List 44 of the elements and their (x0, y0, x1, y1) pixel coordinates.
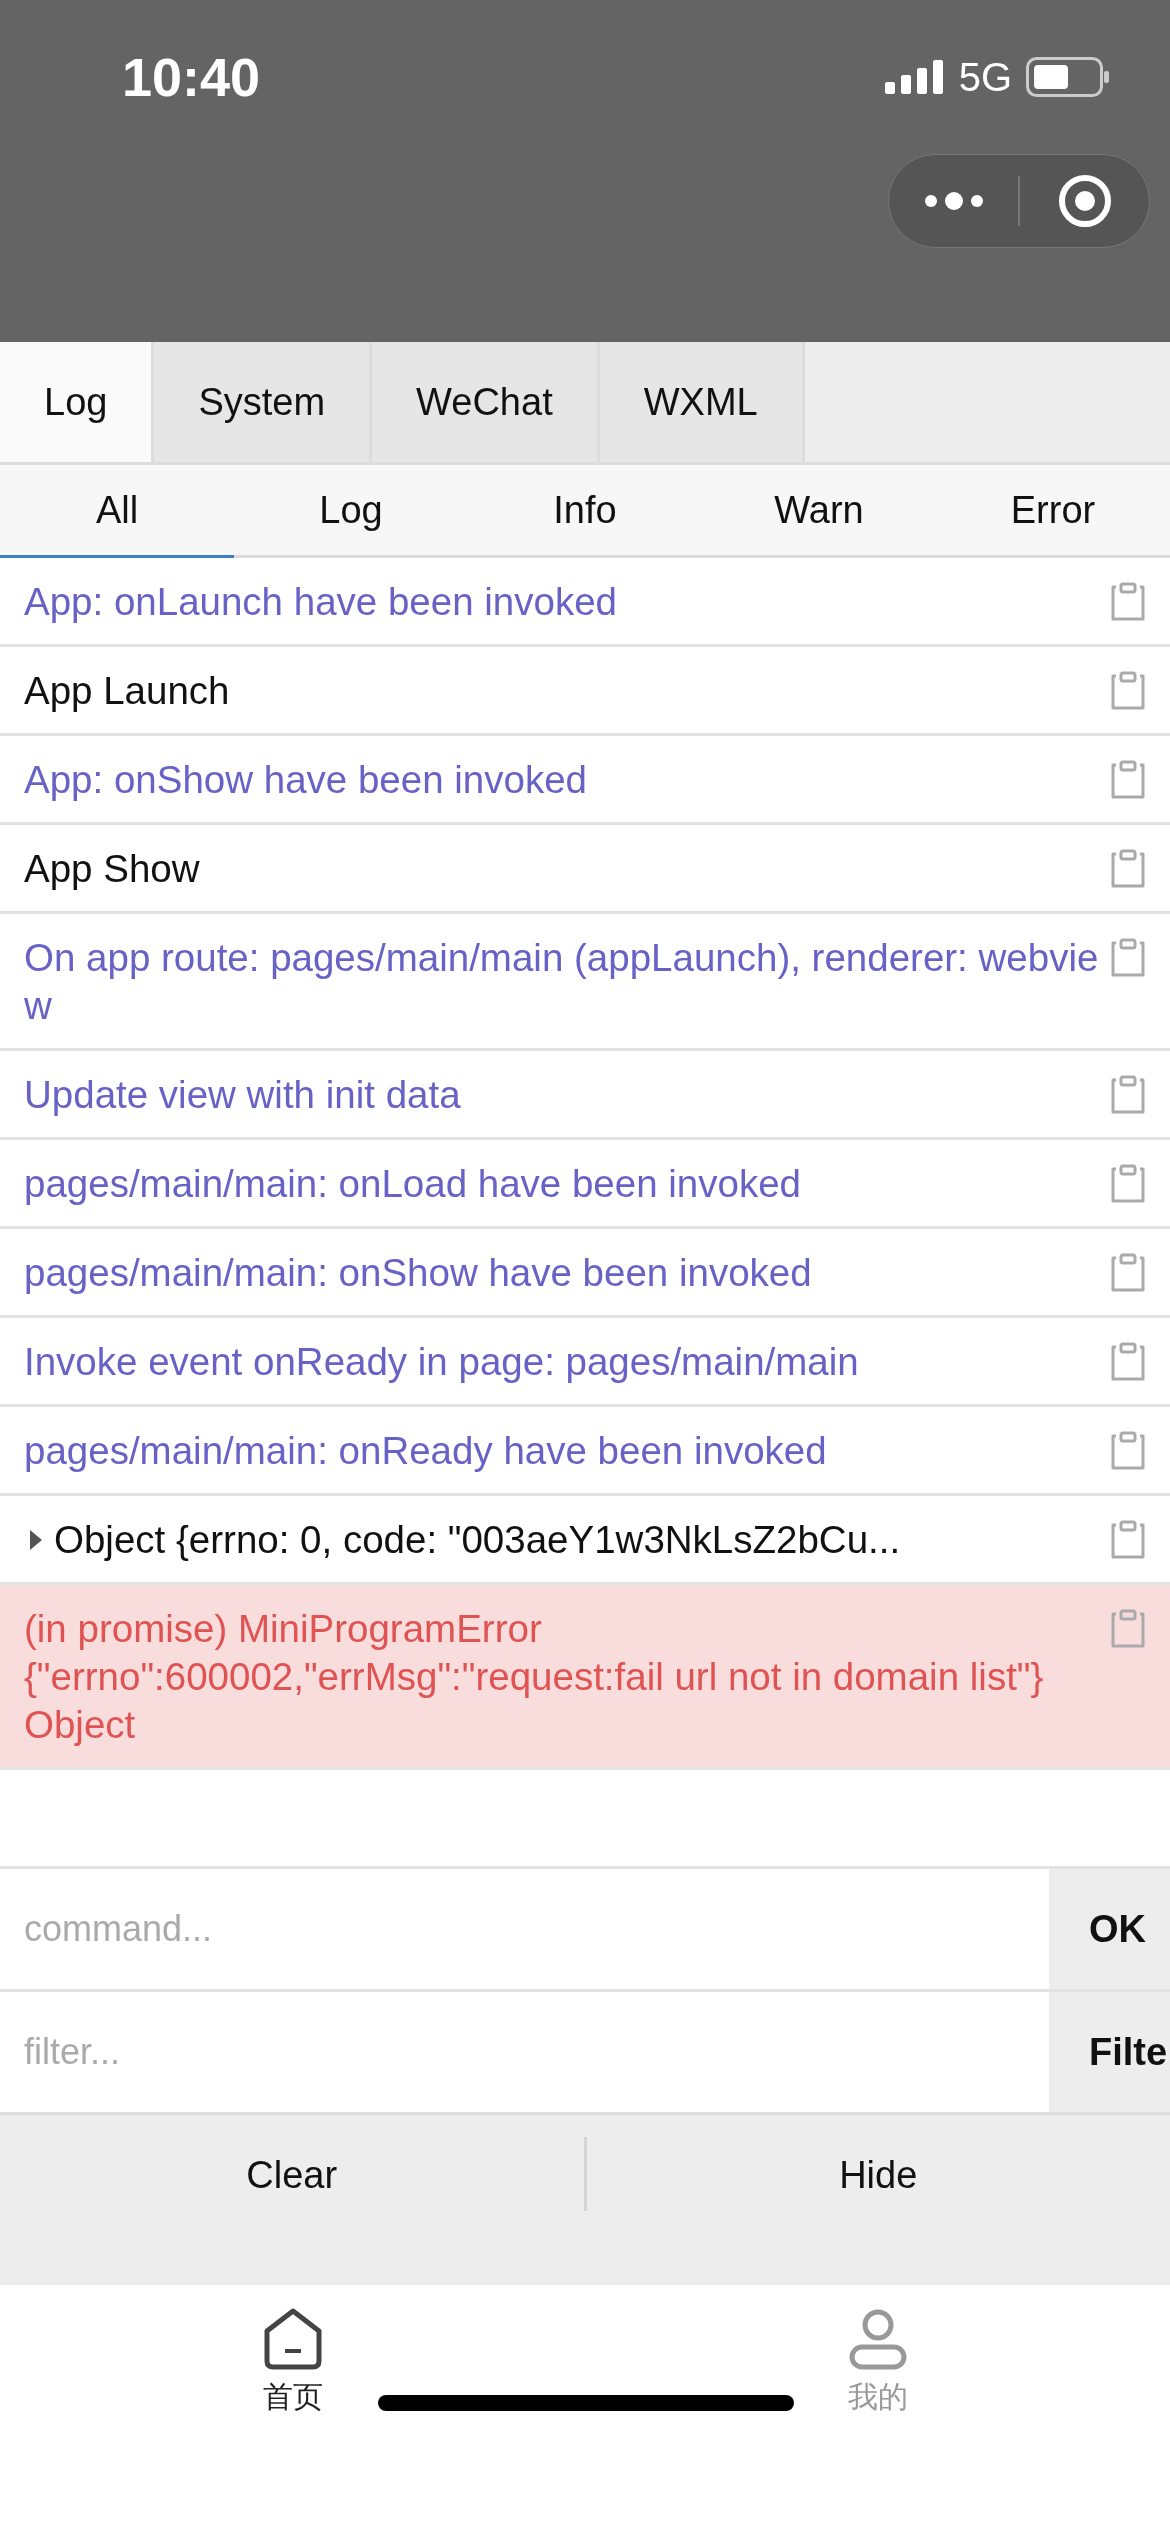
log-message: App: onLaunch have been invoked (24, 579, 618, 625)
action-button[interactable]: Clear (0, 2115, 584, 2235)
submit-button[interactable]: OK (1049, 1869, 1170, 1989)
copy-icon[interactable] (1110, 582, 1146, 622)
panel-tab[interactable]: Log (0, 342, 155, 462)
log-message: On app route: pages/main/main (appLaunch), renderer: webview (24, 935, 1100, 1029)
log-message: pages/main/main: onLoad have been invoked (24, 1161, 802, 1207)
expand-caret-icon[interactable] (28, 1530, 44, 1550)
copy-icon[interactable] (1110, 938, 1146, 978)
panel-tab[interactable]: WXML (599, 342, 805, 462)
panel-tab[interactable]: WeChat (372, 342, 600, 462)
submit-button[interactable]: Filte (1049, 1992, 1170, 2112)
copy-icon[interactable] (1110, 1342, 1146, 1382)
filter-tab[interactable]: Warn (702, 465, 936, 558)
log-message: App: onShow have been invoked (24, 757, 588, 803)
more-icon[interactable] (922, 192, 985, 210)
log-message: Update view with init data (24, 1072, 462, 1118)
log-message: pages/main/main: onReady have been invoked (24, 1428, 828, 1474)
battery-icon (1026, 57, 1110, 97)
panel-tab[interactable]: System (154, 342, 373, 462)
copy-icon[interactable] (1110, 849, 1146, 889)
copy-icon[interactable] (1110, 760, 1146, 800)
filter-tab[interactable]: Log (234, 465, 468, 558)
filter-tab[interactable]: All (0, 465, 234, 558)
network-label: 5G (958, 54, 1012, 100)
filter-tab[interactable]: Error (936, 465, 1170, 558)
copy-icon[interactable] (1110, 1520, 1146, 1560)
filter-tab[interactable]: Info (468, 465, 702, 558)
close-target-icon[interactable] (1057, 174, 1112, 228)
log-message: (in promise) MiniProgramError {"errno":600002,"errMsg":"request:fail url not in domain list"} Object (24, 1606, 1045, 1748)
copy-icon[interactable] (1110, 1431, 1146, 1471)
log-message: App Show (24, 846, 201, 892)
log-message: pages/main/main: onShow have been invoked (24, 1250, 813, 1296)
log-message: Invoke event onReady in page: pages/main/main (24, 1339, 860, 1385)
log-message: Object {errno: 0, code: "003aeY1w3NkLsZ2bCu... (54, 1517, 902, 1563)
status-time: 10:40 (122, 46, 262, 108)
copy-icon[interactable] (1110, 1609, 1146, 1649)
copy-icon[interactable] (1110, 1253, 1146, 1293)
copy-icon[interactable] (1110, 671, 1146, 711)
action-button[interactable]: Hide (586, 2115, 1170, 2235)
signal-icon (884, 60, 945, 94)
copy-icon[interactable] (1110, 1075, 1146, 1115)
log-message: App Launch (24, 668, 231, 714)
copy-icon[interactable] (1110, 1164, 1146, 1204)
